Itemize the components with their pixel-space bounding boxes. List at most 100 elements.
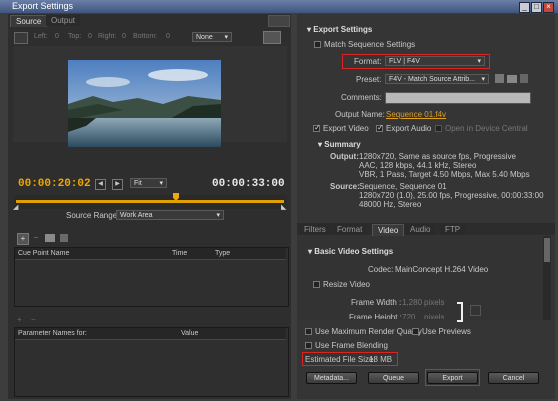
crop-top-value[interactable]: 0 (88, 33, 92, 40)
export-video-label: Export Video (323, 124, 369, 133)
summary-output-label: Output: (330, 152, 359, 161)
summary-source-line-3: 48000 Hz, Stereo (359, 200, 422, 209)
summary-source-label: Source: (330, 182, 360, 191)
format-value: FLV | F4V (389, 58, 420, 65)
import-preset-icon[interactable] (507, 75, 517, 83)
export-button[interactable]: Export (427, 372, 478, 384)
output-preview-icon[interactable] (263, 31, 281, 44)
crop-top-label: Top: (68, 33, 82, 40)
match-sequence-label: Match Sequence Settings (324, 40, 416, 49)
open-device-central-checkbox[interactable] (435, 125, 442, 132)
panel-menu-button[interactable] (268, 15, 290, 27)
crop-bottom-label: Bottom: (133, 33, 158, 40)
zoom-fit-value: Fit (134, 180, 142, 187)
remove-parameter-icon[interactable]: − (31, 315, 36, 324)
title-bar: Export Settings _ □ × (0, 0, 558, 13)
maximize-button[interactable]: □ (531, 2, 542, 13)
frame-height-value[interactable]: 720 (402, 313, 415, 319)
tab-output[interactable]: Output (46, 15, 81, 26)
use-previews-checkbox[interactable] (412, 328, 419, 335)
tab-video[interactable]: Video (372, 224, 405, 236)
cue-col-name[interactable]: Cue Point Name (18, 250, 69, 257)
cancel-button[interactable]: Cancel (488, 372, 539, 384)
frame-height-label: Frame Height : (349, 313, 402, 319)
crop-bottom-value[interactable]: 0 (166, 33, 170, 40)
chevron-down-icon: ▾ (481, 76, 485, 83)
summary-output-line-1: 1280x720, Same as source fps, Progressiv… (359, 152, 516, 161)
crop-ratio-value: None (196, 34, 213, 41)
source-range-value: Work Area (120, 212, 153, 219)
source-range-select[interactable]: Work Area ▾ (116, 210, 224, 220)
file-size-value: 18 MB (369, 355, 393, 364)
current-timecode[interactable]: 00:00:20:02 (18, 178, 91, 190)
codec-label: Codec: (368, 265, 394, 274)
close-button[interactable]: × (543, 2, 554, 13)
export-settings-header-label: Export Settings (313, 25, 373, 34)
crop-icon[interactable] (14, 32, 28, 44)
scrollbar-thumb[interactable] (544, 238, 550, 262)
queue-button[interactable]: Queue (368, 372, 419, 384)
add-cue-point-icon[interactable]: + (17, 233, 29, 245)
constrain-proportions-icon[interactable] (470, 305, 481, 316)
param-col-name[interactable]: Parameter Names for: (18, 330, 87, 337)
save-icon[interactable] (60, 234, 68, 242)
crop-left-value[interactable]: 0 (55, 33, 59, 40)
video-frame-image (68, 60, 221, 147)
chevron-down-icon: ▾ (159, 180, 163, 187)
summary-output-line-2: AAC, 128 kbps, 44.1 kHz, Stereo (359, 161, 477, 170)
zoom-fit-select[interactable]: Fit ▾ (130, 178, 167, 188)
file-size-label: Estimated File Size: (305, 355, 376, 364)
export-audio-label: Export Audio (386, 124, 432, 133)
preset-select[interactable]: F4V - Match Source Attrib... ▾ (385, 74, 489, 84)
crop-ratio-select[interactable]: None ▾ (192, 32, 232, 42)
basic-video-header[interactable]: ▾ Basic Video Settings (308, 247, 393, 256)
tab-ftp[interactable]: FTP (440, 224, 466, 235)
open-device-central-label: Open in Device Central (445, 124, 528, 133)
set-out-point-icon[interactable]: ▶ (112, 179, 123, 190)
link-bracket-icon (457, 302, 463, 322)
tab-filters[interactable]: Filters (299, 224, 331, 235)
use-previews-label: Use Previews (422, 327, 471, 336)
set-in-point-icon[interactable]: ◀ (95, 179, 106, 190)
cue-col-type[interactable]: Type (215, 250, 230, 257)
resize-video-label: Resize Video (323, 280, 370, 289)
param-col-value[interactable]: Value (181, 330, 198, 337)
max-render-quality-label: Use Maximum Render Quality (315, 327, 422, 336)
format-label: Format: (354, 57, 382, 66)
summary-output-line-3: VBR, 1 Pass, Target 4.50 Mbps, Max 5.40 … (359, 170, 530, 179)
tab-source[interactable]: Source (10, 15, 48, 27)
remove-cue-point-icon[interactable]: − (31, 233, 41, 243)
export-video-checkbox[interactable] (313, 123, 321, 132)
add-parameter-icon[interactable]: + (17, 315, 22, 324)
output-name-label: Output Name: (335, 110, 385, 119)
duration-timecode: 00:00:33:00 (212, 178, 285, 190)
match-sequence-checkbox[interactable] (314, 41, 321, 48)
source-range-label: Source Range: (66, 211, 120, 220)
preset-value: F4V - Match Source Attrib... (389, 76, 475, 83)
chevron-down-icon: ▾ (224, 34, 228, 41)
tab-audio[interactable]: Audio (405, 224, 436, 235)
crop-right-value[interactable]: 0 (122, 33, 126, 40)
export-settings-header[interactable]: ▾ Export Settings (307, 25, 372, 34)
folder-icon[interactable] (45, 234, 55, 242)
delete-preset-icon[interactable] (520, 74, 528, 83)
format-select[interactable]: FLV | F4V ▾ (385, 56, 485, 66)
output-name-link[interactable]: Sequence 01.f4v (386, 110, 446, 119)
save-preset-icon[interactable] (495, 74, 504, 83)
resize-video-checkbox[interactable] (313, 281, 320, 288)
out-marker-icon[interactable]: ◣ (281, 203, 286, 211)
metadata-button[interactable]: Metadata... (306, 372, 357, 384)
export-audio-checkbox[interactable] (376, 123, 384, 132)
in-marker-icon[interactable]: ◢ (13, 203, 18, 211)
max-render-quality-checkbox[interactable] (305, 328, 312, 335)
codec-value[interactable]: MainConcept H.264 Video (395, 265, 488, 274)
summary-source-line-2: 1280x720 (1.0), 25.00 fps, Progressive, … (359, 191, 544, 200)
tab-format[interactable]: Format (332, 224, 368, 235)
crop-left-label: Left: (34, 33, 48, 40)
minimize-button[interactable]: _ (519, 2, 530, 13)
cue-col-time[interactable]: Time (172, 250, 187, 257)
frame-blending-checkbox[interactable] (305, 342, 312, 349)
summary-header[interactable]: ▾ Summary (318, 140, 361, 149)
comments-input[interactable] (385, 92, 531, 104)
frame-width-value[interactable]: 1,280 (402, 298, 422, 307)
